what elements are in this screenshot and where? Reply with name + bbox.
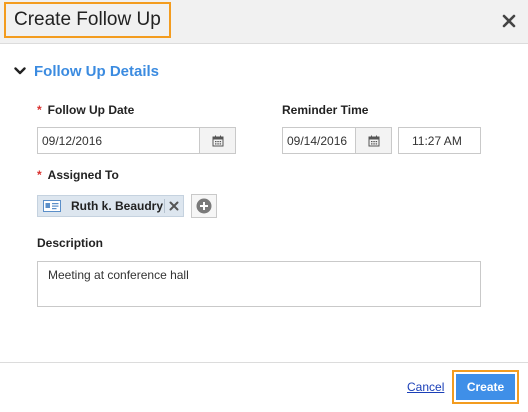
add-icon <box>196 198 212 214</box>
follow-up-date-calendar-button[interactable] <box>200 127 236 154</box>
description-textarea[interactable]: Meeting at conference hall <box>37 261 481 307</box>
follow-up-date-label: * Follow Up Date <box>37 103 134 117</box>
close-icon[interactable] <box>498 10 520 32</box>
calendar-icon <box>212 135 223 146</box>
reminder-time-input[interactable] <box>398 127 481 154</box>
reminder-time-label: Reminder Time <box>282 103 369 117</box>
follow-up-date-input[interactable] <box>37 127 200 154</box>
contact-card-icon <box>43 200 61 212</box>
section-title: Follow Up Details <box>34 62 160 80</box>
assigned-to-label-text: Assigned To <box>47 168 119 182</box>
chip-divider <box>164 199 165 213</box>
assigned-to-label: * Assigned To <box>37 168 119 182</box>
add-assignee-button[interactable] <box>191 194 217 218</box>
create-button-highlight: Create <box>452 370 519 404</box>
assignee-chip: Ruth k. Beaudry <box>37 195 184 217</box>
dialog-header: Create Follow Up <box>0 0 528 44</box>
follow-up-date-label-text: Follow Up Date <box>47 103 135 117</box>
reminder-date-calendar-button[interactable] <box>356 127 392 154</box>
calendar-icon <box>368 135 379 146</box>
required-marker: * <box>37 168 42 182</box>
description-label: Description <box>37 236 104 250</box>
chevron-down-icon <box>14 67 26 75</box>
required-marker: * <box>37 103 42 117</box>
footer-divider <box>0 362 528 363</box>
assignee-name: Ruth k. Beaudry <box>71 199 164 213</box>
reminder-date-input[interactable] <box>282 127 356 154</box>
cancel-link[interactable]: Cancel <box>407 380 444 394</box>
section-toggle-follow-up-details[interactable]: Follow Up Details <box>14 60 159 82</box>
dialog-title: Create Follow Up <box>4 2 171 38</box>
remove-icon[interactable] <box>168 200 180 212</box>
create-button[interactable]: Create <box>456 374 515 400</box>
